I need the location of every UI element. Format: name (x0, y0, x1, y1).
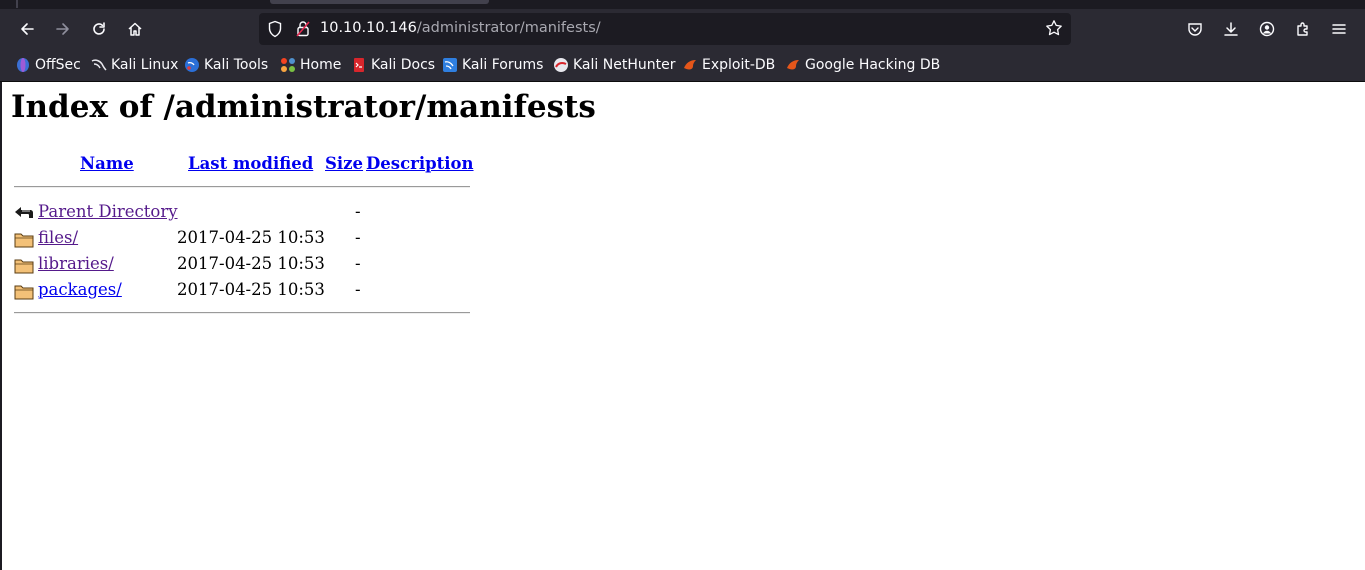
extensions-button[interactable] (1288, 14, 1318, 44)
active-tab[interactable] (270, 0, 489, 4)
table-row: files/ 2017-04-25 10:53 - (14, 226, 470, 250)
account-button[interactable] (1252, 14, 1282, 44)
table-row: Parent Directory - (14, 200, 470, 224)
puzzle-piece-icon (1297, 22, 1308, 36)
pocket-icon (1188, 23, 1202, 36)
table-row: packages/ 2017-04-25 10:53 - (14, 278, 470, 302)
bookmark-star-icon[interactable] (1045, 19, 1063, 41)
forward-button[interactable] (48, 14, 78, 44)
directory-link[interactable]: files/ (38, 228, 78, 247)
download-icon (1224, 22, 1238, 36)
folder-icon (14, 281, 34, 301)
last-modified: 2017-04-25 10:53 (177, 280, 325, 299)
page-title: Index of /administrator/manifests (11, 89, 596, 125)
bookmark-label: Home (300, 57, 342, 73)
bookmark-offsec[interactable]: OffSec (15, 56, 81, 74)
bookmark-label: Kali Docs (371, 57, 436, 73)
downloads-button[interactable] (1216, 14, 1246, 44)
bookmark-label: Exploit-DB (702, 57, 776, 73)
bookmark-kali-tools[interactable]: Kali Tools (184, 56, 268, 74)
column-header-description[interactable]: Description (366, 154, 474, 173)
sort-by-name-link[interactable]: Name (80, 154, 134, 173)
ghdb-icon (785, 57, 801, 73)
kali-dragon-icon (91, 57, 107, 73)
bookmark-label: Kali Tools (204, 57, 269, 73)
table-row: libraries/ 2017-04-25 10:53 - (14, 252, 470, 276)
sort-by-description-link[interactable]: Description (366, 154, 474, 173)
pocket-button[interactable] (1180, 14, 1210, 44)
exploit-db-icon (682, 57, 698, 73)
kali-tools-icon (184, 57, 200, 73)
tab-separator (16, 0, 18, 8)
navigation-toolbar: 10.10.10.146/administrator/manifests/ (0, 9, 1365, 50)
bookmarks-toolbar: OffSec Kali Linux Kali Tools Home Kali D… (0, 50, 1365, 82)
hamburger-menu-icon (1332, 24, 1346, 34)
bookmark-exploit-db[interactable]: Exploit-DB (682, 56, 775, 74)
file-size: - (355, 280, 361, 299)
footer-divider (14, 312, 470, 314)
bookmark-label: Kali Linux (111, 57, 179, 73)
sort-by-size-link[interactable]: Size (325, 154, 363, 173)
column-header-name[interactable]: Name (80, 154, 134, 173)
directory-link[interactable]: packages/ (38, 280, 122, 299)
header-divider (14, 186, 470, 188)
forward-arrow-icon (56, 23, 69, 35)
kali-docs-icon (351, 57, 367, 73)
bookmark-label: OffSec (35, 57, 81, 73)
browser-window: 10.10.10.146/administrator/manifests/ Of… (0, 0, 1365, 570)
bookmark-kali-linux[interactable]: Kali Linux (91, 56, 178, 74)
bookmark-home[interactable]: Home (280, 56, 341, 74)
reload-icon (93, 22, 105, 35)
parent-directory-link[interactable]: Parent Directory (38, 202, 178, 221)
bookmark-kali-docs[interactable]: Kali Docs (351, 56, 435, 74)
page-content: Index of /administrator/manifests Name L… (2, 82, 1365, 570)
url-path: /administrator/manifests/ (416, 20, 601, 36)
bookmark-label: Google Hacking DB (805, 57, 941, 73)
folder-icon (14, 255, 34, 275)
file-size: - (355, 228, 361, 247)
url-host: 10.10.10.146 (320, 20, 417, 36)
file-size: - (355, 254, 361, 273)
column-header-size[interactable]: Size (325, 154, 363, 173)
bookmark-kali-nethunter[interactable]: Kali NetHunter (553, 56, 675, 74)
home-button[interactable] (120, 14, 150, 44)
tab-strip (0, 0, 1365, 9)
sort-by-last-modified-link[interactable]: Last modified (188, 154, 313, 173)
back-button[interactable] (12, 14, 42, 44)
column-header-last-modified[interactable]: Last modified (188, 154, 313, 173)
account-icon (1259, 21, 1275, 37)
insecure-lock-icon[interactable] (295, 20, 311, 42)
offsec-icon (15, 57, 31, 73)
bookmark-label: Kali NetHunter (573, 57, 676, 73)
bookmark-kali-forums[interactable]: Kali Forums (442, 56, 543, 74)
tracking-protection-shield-icon[interactable] (267, 20, 283, 42)
app-menu-button[interactable] (1324, 14, 1354, 44)
nethunter-icon (553, 57, 569, 73)
url-text[interactable]: 10.10.10.146/administrator/manifests/ (320, 20, 601, 36)
file-size: - (355, 202, 361, 221)
folder-icon (14, 229, 34, 249)
bookmark-google-hacking-db[interactable]: Google Hacking DB (785, 56, 940, 74)
back-arrow-icon (14, 203, 34, 223)
home-icon (128, 22, 142, 36)
bookmark-label: Kali Forums (462, 57, 544, 73)
url-bar[interactable]: 10.10.10.146/administrator/manifests/ (259, 13, 1071, 45)
directory-link[interactable]: libraries/ (38, 254, 114, 273)
reload-button[interactable] (84, 14, 114, 44)
kali-forums-icon (442, 57, 458, 73)
last-modified: 2017-04-25 10:53 (177, 228, 325, 247)
last-modified: 2017-04-25 10:53 (177, 254, 325, 273)
back-arrow-icon (21, 23, 34, 35)
joomla-icon (280, 57, 296, 73)
